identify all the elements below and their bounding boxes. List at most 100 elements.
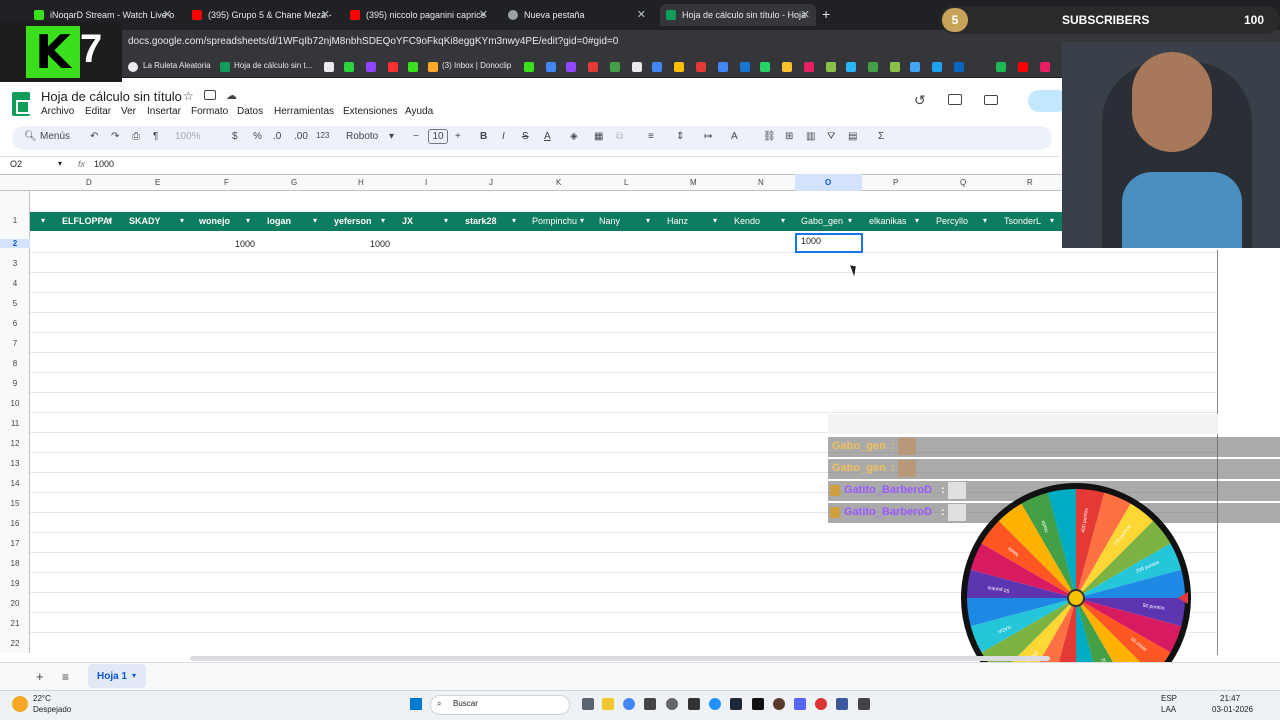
bookmark-icon[interactable] — [890, 62, 900, 72]
column-header[interactable]: D — [86, 178, 92, 187]
bookmark-sheets[interactable]: Hoja de cálculo sin t... — [234, 61, 312, 70]
taskbar-app-icon[interactable] — [688, 698, 700, 710]
bookmark-icon[interactable] — [826, 62, 836, 72]
sheet-tab-label[interactable]: Hoja 1 — [97, 671, 127, 682]
bookmark-icon[interactable] — [910, 62, 920, 72]
chevron-down-icon[interactable]: ▾ — [132, 671, 136, 680]
spotify-icon[interactable] — [996, 62, 1006, 72]
close-icon[interactable]: ✕ — [801, 8, 810, 21]
column-header[interactable]: K — [556, 178, 561, 187]
youtube-icon[interactable] — [1018, 62, 1028, 72]
search-icon[interactable]: 🔍︎ — [24, 131, 37, 142]
twitter-icon[interactable] — [932, 62, 942, 72]
star-icon[interactable]: ☆ — [183, 89, 194, 103]
redo-icon[interactable]: ↷ — [111, 131, 119, 142]
bookmark-icon[interactable] — [782, 62, 792, 72]
chrome-icon[interactable] — [623, 698, 635, 710]
menu-ayuda[interactable]: Ayuda — [405, 106, 433, 117]
taskbar-app-icon[interactable] — [644, 698, 656, 710]
more-formats-button[interactable]: 123 — [316, 131, 329, 140]
row-header[interactable]: 19 — [0, 579, 30, 588]
row-header[interactable]: 14 — [0, 479, 30, 488]
column-header[interactable]: M — [690, 178, 697, 187]
menus-search[interactable]: Menús — [40, 131, 70, 142]
chevron-down-icon[interactable]: ▾ — [983, 216, 987, 225]
column-header[interactable]: E — [155, 178, 160, 187]
url-field[interactable]: docs.google.com/spreadsheets/d/1WFqIb72n… — [128, 36, 618, 47]
menu-extensiones[interactable]: Extensiones — [343, 106, 397, 117]
row-header[interactable]: 8 — [0, 359, 30, 368]
percent-format-button[interactable]: % — [253, 131, 262, 142]
currency-format-button[interactable]: $ — [232, 131, 238, 142]
header-cell[interactable]: stark28 — [465, 216, 497, 226]
browser-tab-new[interactable]: Nueva pestaña ✕ — [502, 4, 652, 26]
chevron-down-icon[interactable]: ▾ — [512, 216, 516, 225]
bookmark-icon[interactable] — [408, 62, 418, 72]
row-header[interactable]: 7 — [0, 339, 30, 348]
font-size-increase-button[interactable]: + — [455, 131, 461, 142]
bookmark-icon[interactable] — [566, 62, 576, 72]
whatsapp-icon[interactable] — [760, 62, 770, 72]
row-header[interactable]: 10 — [0, 399, 30, 408]
row-header[interactable]: 21 — [0, 619, 30, 628]
font-select[interactable]: Roboto — [346, 131, 378, 142]
undo-icon[interactable]: ↶ — [90, 131, 98, 142]
taskbar-app-icon[interactable] — [666, 698, 678, 710]
bookmark-icon[interactable] — [696, 62, 706, 72]
taskbar-app-icon[interactable] — [858, 698, 870, 710]
meet-icon[interactable] — [984, 95, 998, 105]
chevron-down-icon[interactable]: ▾ — [180, 216, 184, 225]
header-cell[interactable]: Pompinchu — [532, 216, 577, 226]
header-cell[interactable]: elkanikas — [869, 216, 907, 226]
row-header[interactable]: 22 — [0, 639, 30, 648]
chevron-down-icon[interactable]: ▾ — [108, 216, 112, 225]
row-header[interactable]: 9 — [0, 379, 30, 388]
chevron-down-icon[interactable]: ▾ — [444, 216, 448, 225]
header-cell[interactable]: logan — [267, 216, 291, 226]
menu-insertar[interactable]: Insertar — [147, 106, 181, 117]
close-icon[interactable]: ✕ — [321, 8, 330, 21]
italic-button[interactable]: I — [502, 131, 505, 142]
language-indicator[interactable]: ESP — [1161, 694, 1177, 703]
row-header[interactable]: 4 — [0, 279, 30, 288]
taskbar-app-icon[interactable] — [773, 698, 785, 710]
merge-cells-icon[interactable]: ⧉ — [616, 131, 623, 142]
file-explorer-icon[interactable] — [602, 698, 614, 710]
discord-icon[interactable] — [794, 698, 806, 710]
windows-start-icon[interactable] — [410, 698, 422, 710]
clock-time[interactable]: 21:47 — [1220, 694, 1240, 703]
row-header[interactable]: 3 — [0, 259, 30, 268]
menu-ver[interactable]: Ver — [121, 106, 136, 117]
bookmark-donoclip[interactable]: (3) Inbox | Donoclip — [442, 61, 511, 70]
strikethrough-icon[interactable]: S — [522, 131, 529, 142]
close-icon[interactable]: ✕ — [479, 8, 488, 21]
history-icon[interactable]: ↺ — [914, 92, 926, 109]
bookmark-icon[interactable] — [610, 62, 620, 72]
chevron-down-icon[interactable]: ▾ — [915, 216, 919, 225]
browser-tab-grupo5[interactable]: (395) Grupo 5 & Chane Meza - ✕ — [186, 4, 336, 26]
functions-button[interactable]: Σ — [878, 131, 884, 142]
header-cell[interactable]: ELFLOPPAI — [62, 216, 112, 226]
weather-temp[interactable]: 22°C — [33, 694, 51, 703]
new-tab-button[interactable]: + — [822, 6, 830, 22]
column-header[interactable]: N — [758, 178, 764, 187]
bookmark-icon[interactable] — [868, 62, 878, 72]
align-horizontal-icon[interactable]: ≡ — [648, 131, 654, 142]
bookmark-icon[interactable] — [804, 62, 814, 72]
menu-editar[interactable]: Editar — [85, 106, 111, 117]
close-icon[interactable]: ✕ — [637, 8, 646, 21]
bookmark-icon[interactable] — [1040, 62, 1050, 72]
header-cell[interactable]: Kendo — [734, 216, 760, 226]
taskbar-search-label[interactable]: Buscar — [453, 699, 478, 708]
row-header[interactable]: 1 — [0, 216, 30, 225]
formula-input[interactable]: 1000 — [94, 159, 114, 169]
browser-tab-paganini[interactable]: (395) niccolo paganini caprice ✕ — [344, 4, 494, 26]
header-cell[interactable]: wonejo — [199, 216, 230, 226]
taskbar-app-icon[interactable] — [836, 698, 848, 710]
telegram-icon[interactable] — [846, 62, 856, 72]
font-size-decrease-button[interactable]: − — [413, 131, 419, 142]
row-header[interactable]: 5 — [0, 299, 30, 308]
bookmark-icon[interactable] — [546, 62, 556, 72]
row-header[interactable]: 17 — [0, 539, 30, 548]
text-color-icon[interactable]: A — [544, 131, 551, 142]
